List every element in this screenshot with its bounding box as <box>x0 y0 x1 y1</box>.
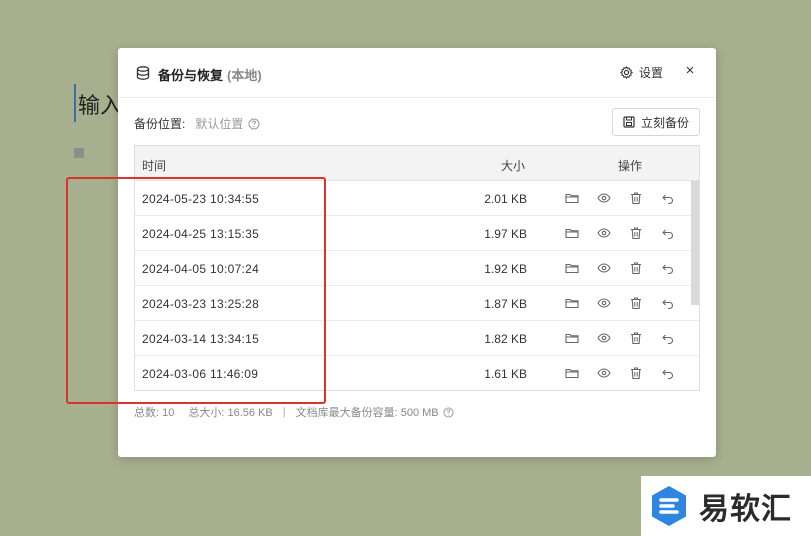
restore-icon <box>661 366 675 380</box>
header-ops: 操作 <box>618 159 643 173</box>
folder-icon <box>565 226 579 240</box>
open-folder-button[interactable] <box>565 366 579 380</box>
delete-button[interactable] <box>629 261 643 275</box>
preview-button[interactable] <box>597 296 611 310</box>
open-folder-button[interactable] <box>565 226 579 240</box>
preview-button[interactable] <box>597 331 611 345</box>
restore-button[interactable] <box>661 261 675 275</box>
open-folder-button[interactable] <box>565 261 579 275</box>
table-scrollbar[interactable] <box>691 181 699 305</box>
preview-button[interactable] <box>597 261 611 275</box>
preview-button[interactable] <box>597 191 611 205</box>
highlight-annotation-box <box>66 177 326 404</box>
database-icon <box>136 66 150 80</box>
row-actions <box>565 261 693 275</box>
total-count: 总数: 10 <box>134 407 175 419</box>
bullet-square <box>74 148 84 158</box>
backup-now-label: 立刻备份 <box>640 115 689 130</box>
restore-button[interactable] <box>661 226 675 240</box>
restore-icon <box>661 331 675 345</box>
trash-icon <box>629 261 643 275</box>
backup-size: 1.92 KB <box>484 262 527 276</box>
table-header: 时间 大小 操作 <box>135 146 699 181</box>
eye-icon <box>597 366 611 380</box>
header-time: 时间 <box>142 159 167 173</box>
trash-icon <box>629 366 643 380</box>
delete-button[interactable] <box>629 366 643 380</box>
dialog-header: 备份与恢复 (本地) 设置 × <box>118 48 716 98</box>
total-size: 总大小: 16.56 KB <box>188 407 273 419</box>
delete-button[interactable] <box>629 296 643 310</box>
help-icon[interactable] <box>443 406 454 418</box>
preview-button[interactable] <box>597 226 611 240</box>
backup-location-label: 备份位置: <box>134 117 186 131</box>
restore-button[interactable] <box>661 331 675 345</box>
dialog-title: 备份与恢复 (本地) <box>158 65 262 84</box>
eye-icon <box>597 191 611 205</box>
dialog-title-sub: (本地) <box>227 68 262 83</box>
delete-button[interactable] <box>629 331 643 345</box>
folder-icon <box>565 296 579 310</box>
eye-icon <box>597 331 611 345</box>
header-size: 大小 <box>501 159 526 173</box>
gear-icon <box>620 66 633 79</box>
dialog-title-text: 备份与恢复 <box>158 68 224 83</box>
settings-label: 设置 <box>639 66 664 80</box>
delete-button[interactable] <box>629 226 643 240</box>
trash-icon <box>629 296 643 310</box>
row-actions <box>565 366 693 380</box>
row-actions <box>565 226 693 240</box>
restore-button[interactable] <box>661 296 675 310</box>
backup-location-row: 备份位置: 默认位置 <box>134 115 260 132</box>
open-folder-button[interactable] <box>565 296 579 310</box>
logo-icon <box>652 486 686 526</box>
footer-separator: | <box>282 406 286 418</box>
row-actions <box>565 296 693 310</box>
backup-size: 1.61 KB <box>484 367 527 381</box>
settings-button[interactable]: 设置 <box>620 64 663 81</box>
delete-button[interactable] <box>629 191 643 205</box>
backup-size: 1.97 KB <box>484 227 527 241</box>
eye-icon <box>597 226 611 240</box>
watermark-text: 易软汇 <box>699 492 792 527</box>
editor-text: 输入 <box>78 94 123 119</box>
open-folder-button[interactable] <box>565 331 579 345</box>
text-cursor <box>74 84 76 122</box>
help-icon[interactable] <box>248 118 260 130</box>
open-folder-button[interactable] <box>565 191 579 205</box>
restore-button[interactable] <box>661 366 675 380</box>
row-actions <box>565 331 693 345</box>
eye-icon <box>597 261 611 275</box>
folder-icon <box>565 191 579 205</box>
trash-icon <box>629 226 643 240</box>
backup-location-value[interactable]: 默认位置 <box>195 115 243 132</box>
restore-icon <box>661 191 675 205</box>
dialog-footer: 总数: 10 总大小: 16.56 KB | 文档库最大备份容量: 500 MB <box>134 404 454 420</box>
eye-icon <box>597 296 611 310</box>
restore-icon <box>661 296 675 310</box>
trash-icon <box>629 331 643 345</box>
save-icon <box>623 116 635 128</box>
backup-size: 1.82 KB <box>484 332 527 346</box>
watermark-logo: 易软汇 <box>641 476 811 536</box>
backup-size: 1.87 KB <box>484 297 527 311</box>
restore-button[interactable] <box>661 191 675 205</box>
row-actions <box>565 191 693 205</box>
folder-icon <box>565 261 579 275</box>
restore-icon <box>661 261 675 275</box>
trash-icon <box>629 191 643 205</box>
backup-size: 2.01 KB <box>484 192 527 206</box>
backup-now-button[interactable]: 立刻备份 <box>612 108 700 136</box>
folder-icon <box>565 331 579 345</box>
max-capacity: 文档库最大备份容量: 500 MB <box>295 407 439 419</box>
restore-icon <box>661 226 675 240</box>
preview-button[interactable] <box>597 366 611 380</box>
close-button[interactable]: × <box>682 62 698 80</box>
folder-icon <box>565 366 579 380</box>
